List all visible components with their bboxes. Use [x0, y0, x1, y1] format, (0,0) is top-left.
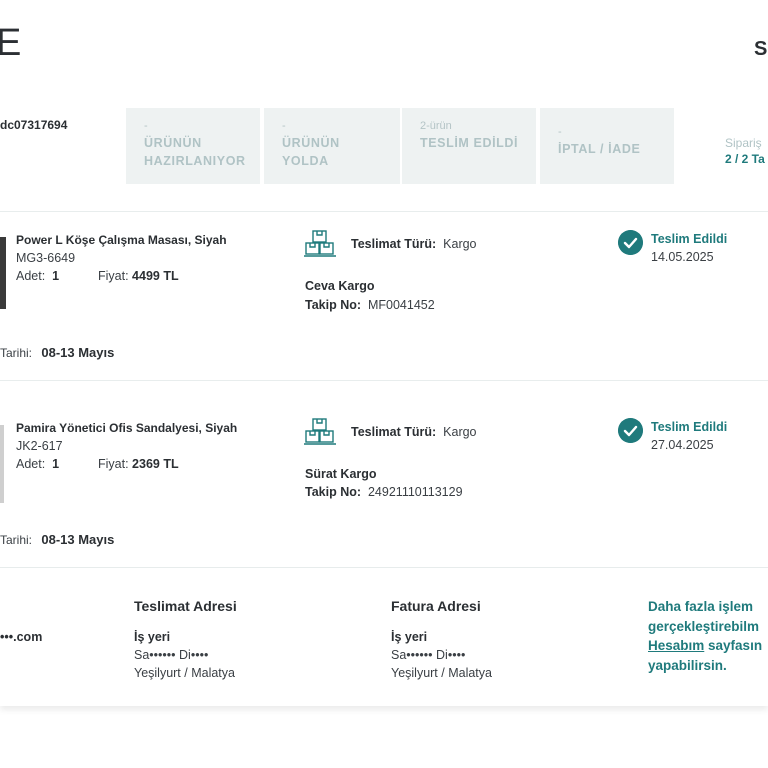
estimated-delivery-value: 08-13 Mayıs: [41, 532, 115, 547]
step-count: -: [558, 126, 562, 138]
product-qty: Adet: 1: [16, 269, 59, 283]
step-label: TESLİM EDİLDİ: [420, 136, 519, 150]
summary-count: 2 / 2 Ta: [725, 152, 765, 166]
check-circle-icon: [618, 418, 643, 443]
step-count: -: [282, 120, 286, 132]
status-step-preparing: - ÜRÜNÜN HAZIRLANIYOR: [126, 108, 260, 184]
delivery-address-title: Teslimat Adresi: [134, 598, 237, 614]
step-label: YOLDA: [282, 154, 329, 168]
order-id: dc07317694: [0, 118, 68, 132]
price-label: Fiyat:: [98, 269, 129, 283]
delivery-address-type: İş yeri: [134, 630, 171, 644]
product-price: Fiyat: 4499 TL: [98, 269, 179, 283]
price-value: 2369 TL: [132, 457, 179, 471]
step-label: HAZIRLANIYOR: [144, 154, 246, 168]
boxes-on-pallet-icon: [304, 418, 336, 445]
brand-logo[interactable]: E: [0, 22, 22, 65]
price-label: Fiyat:: [98, 457, 129, 471]
product-sku: MG3-6649: [16, 251, 76, 265]
promo-line: gerçekleştirebilm: [648, 618, 760, 634]
promo-text: sayfasın: [704, 638, 763, 653]
estimated-delivery: Tarihi: 08-13 Mayıs: [0, 345, 114, 360]
step-count: 2-ürün: [420, 120, 452, 132]
estimated-delivery-label: Tarihi:: [0, 533, 33, 547]
shipping-type: Teslimat Türü: Kargo: [351, 237, 477, 251]
shipping-type: Teslimat Türü: Kargo: [351, 425, 477, 439]
divider: [0, 380, 768, 381]
product-name[interactable]: Power L Köşe Çalışma Masası, Siyah: [16, 233, 227, 247]
status-step-in-transit: - ÜRÜNÜN YOLDA: [264, 108, 400, 184]
estimated-delivery: Tarihi: 08-13 Mayıs: [0, 532, 114, 547]
tracking-label: Takip No:: [305, 485, 362, 499]
delivery-status: Teslim Edildi: [651, 420, 728, 434]
shipping-type-value: Kargo: [443, 425, 477, 439]
tracking-number[interactable]: Takip No: 24921110113129: [305, 485, 463, 499]
check-circle-icon: [618, 230, 643, 255]
price-value: 4499 TL: [132, 269, 179, 283]
shipping-type-label: Teslimat Türü:: [351, 237, 437, 251]
order-summary: Sipariş 2 / 2 Ta: [676, 108, 768, 184]
step-label: İPTAL / İADE: [558, 142, 641, 156]
estimated-delivery-value: 08-13 Mayıs: [41, 345, 115, 360]
shipping-type-value: Kargo: [443, 237, 477, 251]
header-right-item[interactable]: S: [754, 38, 767, 61]
product-sku: JK2-617: [16, 439, 63, 453]
step-label: ÜRÜNÜN: [144, 136, 202, 150]
billing-address-name: Sa•••••• Di••••: [391, 648, 466, 662]
product-thumbnail[interactable]: [0, 425, 4, 503]
account-promo: Daha fazla işlem gerçekleştirebilm Hesab…: [648, 597, 768, 675]
account-link[interactable]: Hesabım: [648, 638, 704, 653]
billing-address-title: Fatura Adresi: [391, 598, 481, 614]
step-count: -: [144, 120, 148, 132]
delivery-date: 14.05.2025: [651, 250, 714, 264]
tracking-value: MF0041452: [367, 298, 435, 312]
status-step-cancel-return: - İPTAL / İADE: [540, 108, 674, 184]
promo-line: Daha fazla işlem: [648, 599, 754, 614]
step-label: ÜRÜNÜN: [282, 136, 340, 150]
promo-line: Hesabım sayfasın: [648, 636, 768, 656]
product-thumbnail[interactable]: [0, 237, 6, 309]
billing-address-city: Yeşilyurt / Malatya: [391, 666, 492, 680]
qty-label: Adet:: [16, 269, 46, 283]
shipping-type-label: Teslimat Türü:: [351, 425, 437, 439]
qty-value: 1: [52, 269, 60, 283]
summary-title: Sipariş: [725, 136, 762, 150]
divider: [0, 211, 768, 212]
tracking-number[interactable]: Takip No: MF0041452: [305, 298, 435, 312]
product-qty: Adet: 1: [16, 457, 59, 471]
carrier-name: Ceva Kargo: [305, 279, 375, 293]
customer-email: •••.com: [0, 630, 43, 644]
product-price: Fiyat: 2369 TL: [98, 457, 179, 471]
tracking-value: 24921110113129: [367, 485, 463, 499]
delivery-date: 27.04.2025: [651, 438, 714, 452]
qty-value: 1: [52, 457, 60, 471]
qty-label: Adet:: [16, 457, 46, 471]
delivery-address-name: Sa•••••• Di••••: [134, 648, 209, 662]
promo-line: yapabilirsin.: [648, 657, 727, 673]
boxes-on-pallet-icon: [304, 230, 336, 257]
estimated-delivery-label: Tarihi:: [0, 346, 33, 360]
carrier-name: Sürat Kargo: [305, 467, 377, 481]
delivery-address-city: Yeşilyurt / Malatya: [134, 666, 235, 680]
tracking-label: Takip No:: [305, 298, 362, 312]
status-step-delivered: 2-ürün TESLİM EDİLDİ: [402, 108, 536, 184]
billing-address-type: İş yeri: [391, 630, 428, 644]
delivery-status: Teslim Edildi: [651, 232, 728, 246]
product-name[interactable]: Pamira Yönetici Ofis Sandalyesi, Siyah: [16, 421, 237, 435]
